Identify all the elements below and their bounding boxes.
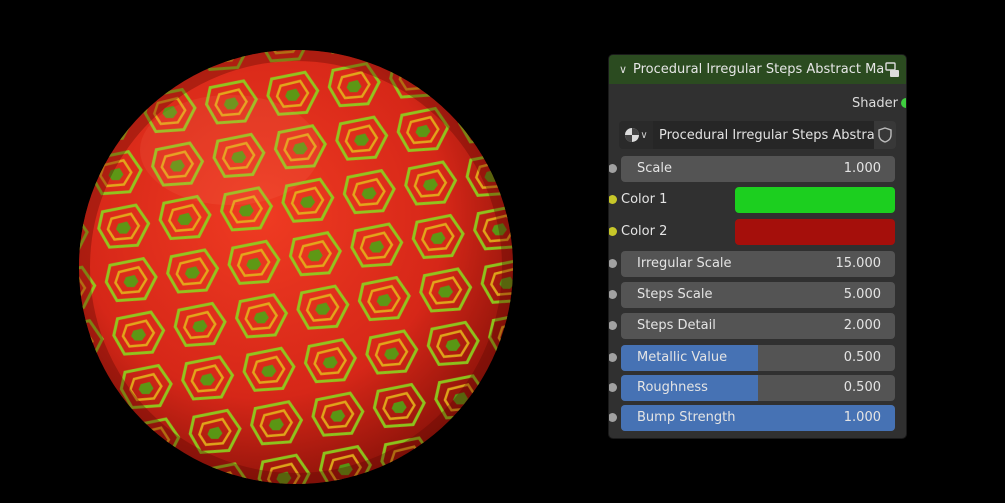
input-row-color-2: Color 2: [609, 219, 906, 245]
input-row-steps-detail: Steps Detail 2.000: [609, 313, 906, 339]
roughness-socket[interactable]: [609, 383, 617, 392]
color-2-label: Color 2: [621, 224, 668, 239]
node-title: Procedural Irregular Steps Abstract Mate…: [633, 62, 884, 77]
metallic-value-slider[interactable]: Metallic Value 0.500: [621, 345, 895, 371]
steps-detail-value: 2.000: [843, 318, 881, 333]
bump-strength-socket[interactable]: [609, 413, 617, 422]
metallic-value-value: 0.500: [843, 350, 881, 365]
steps-detail-label: Steps Detail: [637, 318, 716, 333]
shader-output-socket[interactable]: [901, 98, 906, 108]
input-row-steps-scale: Steps Scale 5.000: [609, 282, 906, 308]
input-row-color-1: Color 1: [609, 187, 906, 213]
collapse-chevron-icon[interactable]: ∨: [619, 63, 633, 76]
input-row-bump-strength: Bump Strength 1.000: [609, 405, 906, 431]
shader-output-label: Shader: [851, 95, 898, 111]
steps-detail-slider[interactable]: Steps Detail 2.000: [621, 313, 895, 339]
input-row-irregular-scale: Irregular Scale 15.000: [609, 251, 906, 277]
bump-strength-slider[interactable]: Bump Strength 1.000: [621, 405, 895, 431]
scale-slider[interactable]: Scale 1.000: [621, 156, 895, 182]
material-preview-sphere: [79, 50, 513, 484]
node-group-panel[interactable]: ∨ Procedural Irregular Steps Abstract Ma…: [609, 55, 906, 438]
color-2-socket[interactable]: [609, 227, 617, 236]
scale-value: 1.000: [843, 161, 881, 176]
metallic-value-socket[interactable]: [609, 353, 617, 362]
input-row-metallic-value: Metallic Value 0.500: [609, 345, 906, 371]
node-group-icon[interactable]: [884, 61, 900, 79]
steps-scale-label: Steps Scale: [637, 287, 713, 302]
input-row-roughness: Roughness 0.500: [609, 375, 906, 401]
irregular-scale-value: 15.000: [835, 256, 882, 271]
irregular-scale-socket[interactable]: [609, 259, 617, 268]
material-name-field[interactable]: Procedural Irregular Steps Abstract ...: [653, 121, 874, 149]
scale-label: Scale: [637, 161, 672, 176]
input-row-scale: Scale 1.000: [609, 156, 906, 182]
steps-scale-socket[interactable]: [609, 290, 617, 299]
material-sphere-icon: [625, 128, 640, 142]
metallic-value-label: Metallic Value: [637, 350, 728, 365]
fake-user-shield-icon[interactable]: [874, 121, 896, 149]
chevron-down-icon: ∨: [640, 129, 648, 141]
roughness-value: 0.500: [843, 380, 881, 395]
steps-scale-value: 5.000: [843, 287, 881, 302]
color-1-socket[interactable]: [609, 195, 617, 204]
material-browse-button[interactable]: ∨: [619, 121, 653, 149]
color-2-swatch[interactable]: [735, 219, 895, 245]
shader-output: Shader: [851, 94, 906, 112]
color-1-swatch[interactable]: [735, 187, 895, 213]
bump-strength-value: 1.000: [843, 410, 881, 425]
steps-detail-socket[interactable]: [609, 321, 617, 330]
material-selector[interactable]: ∨ Procedural Irregular Steps Abstract ..…: [619, 121, 896, 149]
steps-scale-slider[interactable]: Steps Scale 5.000: [621, 282, 895, 308]
irregular-scale-slider[interactable]: Irregular Scale 15.000: [621, 251, 895, 277]
irregular-scale-label: Irregular Scale: [637, 256, 732, 271]
roughness-label: Roughness: [637, 380, 708, 395]
bump-strength-label: Bump Strength: [637, 410, 736, 425]
node-header[interactable]: ∨ Procedural Irregular Steps Abstract Ma…: [609, 55, 906, 84]
scale-socket[interactable]: [609, 164, 617, 173]
roughness-slider[interactable]: Roughness 0.500: [621, 375, 895, 401]
color-1-label: Color 1: [621, 192, 668, 207]
